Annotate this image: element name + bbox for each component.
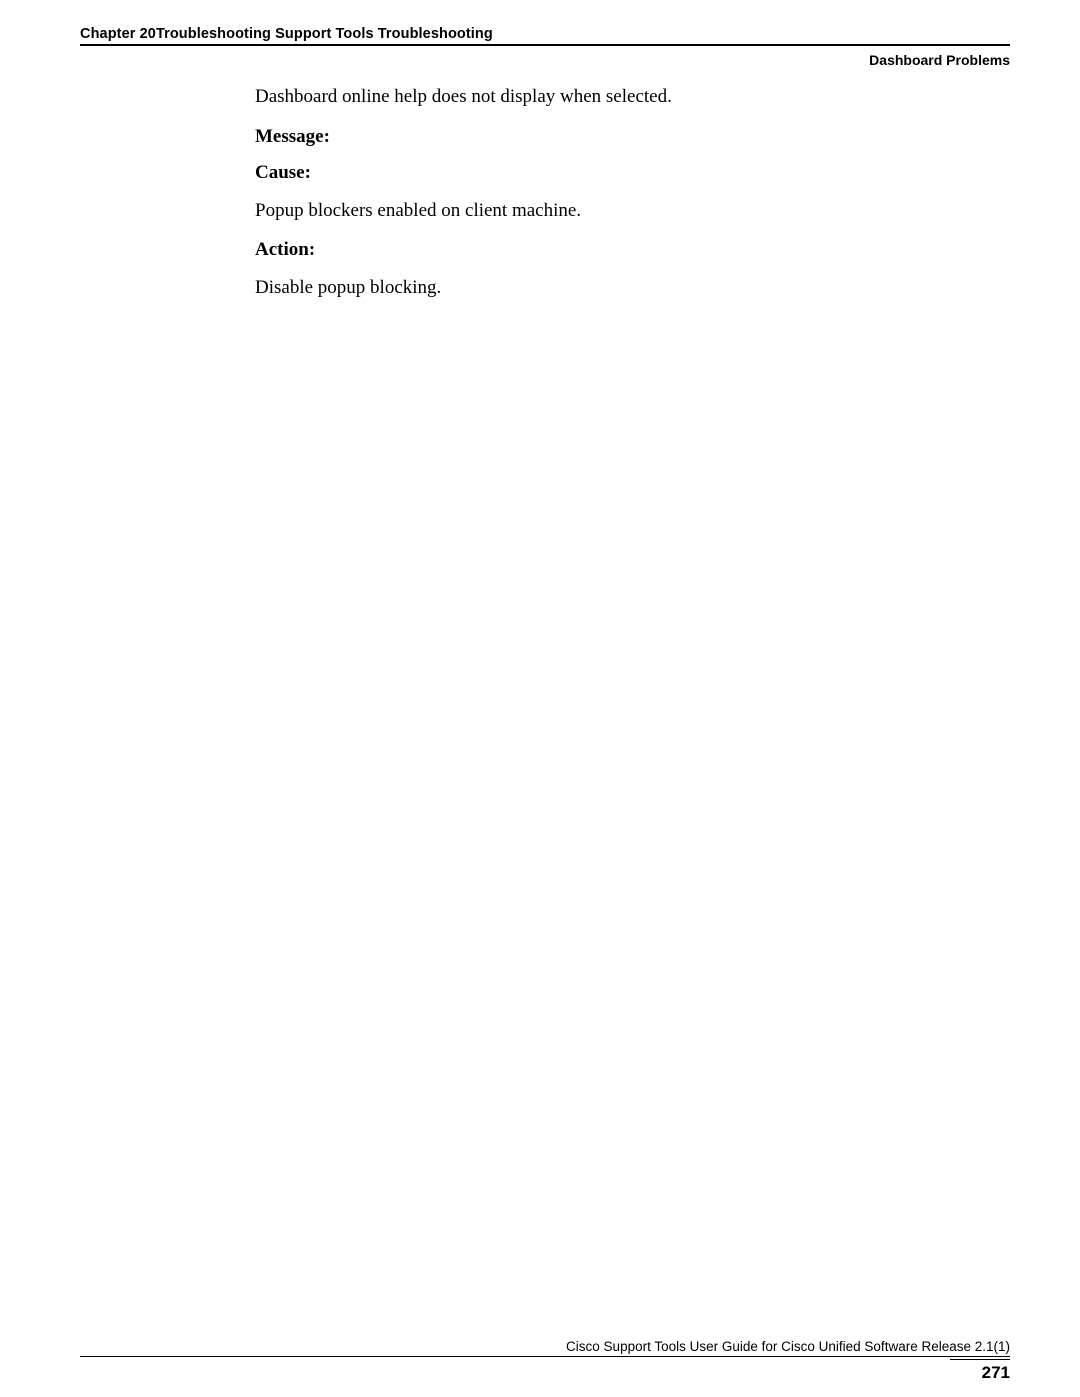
section-label: Dashboard Problems xyxy=(80,52,1010,68)
footer-guide-title: Cisco Support Tools User Guide for Cisco… xyxy=(80,1339,1010,1354)
action-heading: Action: xyxy=(255,239,1010,261)
footer-page-wrap: 271 xyxy=(950,1359,1010,1383)
footer-rule: 271 xyxy=(80,1356,1010,1357)
content-body: Dashboard online help does not display w… xyxy=(255,84,1010,301)
intro-text: Dashboard online help does not display w… xyxy=(255,84,1010,110)
message-heading: Message: xyxy=(255,126,1010,148)
cause-heading: Cause: xyxy=(255,162,1010,184)
cause-text: Popup blockers enabled on client machine… xyxy=(255,198,1010,224)
chapter-title: Chapter 20Troubleshooting Support Tools … xyxy=(80,26,1010,42)
page: Chapter 20Troubleshooting Support Tools … xyxy=(0,0,1080,1397)
footer-short-rule xyxy=(950,1359,1010,1360)
page-footer: Cisco Support Tools User Guide for Cisco… xyxy=(80,1339,1010,1357)
page-number: 271 xyxy=(982,1363,1010,1383)
page-header: Chapter 20Troubleshooting Support Tools … xyxy=(80,26,1010,68)
header-rule xyxy=(80,44,1010,46)
action-text: Disable popup blocking. xyxy=(255,275,1010,301)
